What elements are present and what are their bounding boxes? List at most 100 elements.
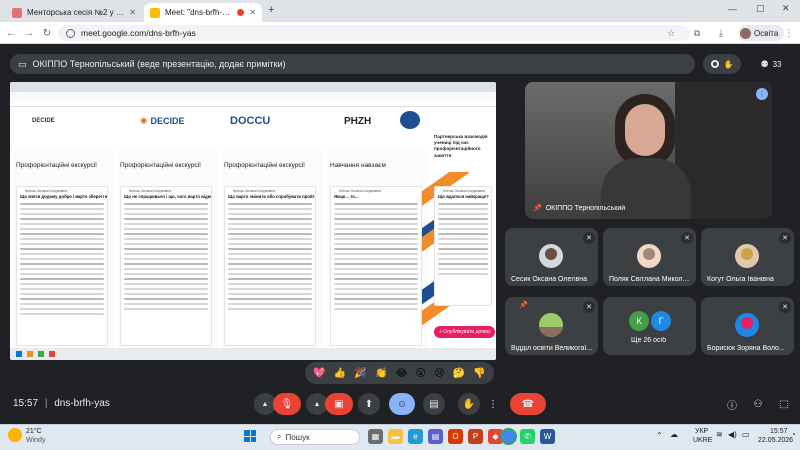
padlet-post[interactable]: Мітчак Оксана Богданівна Що вдалося найк… <box>434 186 492 306</box>
reaction-thumbs-down-button[interactable]: 👎 <box>473 368 485 379</box>
padlet-post[interactable]: Мітчак Оксана Богданівна Що не спрацювал… <box>120 186 212 346</box>
notification-icon[interactable]: ◔ <box>791 430 796 439</box>
tab-favicon-icon <box>12 7 22 18</box>
mic-off-icon: ✕ <box>779 301 791 313</box>
reaction-surprised-button[interactable]: 😮 <box>416 368 426 379</box>
maximize-icon[interactable]: ▢ <box>756 3 765 14</box>
mic-toggle-button[interactable]: 🎙 <box>273 393 301 415</box>
taskbar-search[interactable]: ⌕ Пошук <box>270 429 360 445</box>
edge-icon[interactable]: e <box>408 429 423 444</box>
back-arrow-icon[interactable]: ← <box>4 26 18 40</box>
mic-off-icon: 🎙 <box>280 398 294 410</box>
recording-dot-icon <box>237 9 245 16</box>
present-screen-icon: ⬆ <box>364 398 374 410</box>
word-icon[interactable]: W <box>540 429 555 444</box>
browser-tab-meet[interactable]: Meet: "dns-brfh-yas" ✕ <box>144 3 262 22</box>
volume-icon[interactable]: ◀) <box>728 430 737 439</box>
participant-tile[interactable]: ✕ Поляк Світлана Миколаївна <box>603 228 696 286</box>
download-icon[interactable]: ⤓ <box>714 26 728 40</box>
store-icon[interactable]: ▤ <box>428 429 443 444</box>
avatar: К <box>629 311 649 331</box>
task-view-icon[interactable]: ▦ <box>368 429 383 444</box>
reaction-heart-button[interactable]: 💖 <box>313 368 325 379</box>
profile-button[interactable]: Освіта <box>738 25 785 41</box>
powerpoint-icon[interactable]: P <box>468 429 483 444</box>
mic-off-icon: ✕ <box>583 301 595 313</box>
tray-chevron-icon[interactable]: ⌃ <box>656 431 663 440</box>
extensions-icon[interactable]: ⧉ <box>690 26 704 40</box>
people-icon: ⚉ <box>760 58 769 69</box>
hand-icon: ✋ <box>462 398 476 410</box>
browser-tab-mentoring[interactable]: Менторська сесія №2 у межах ✕ <box>6 3 142 22</box>
browser-toolbar: ← → ↻ meet.google.com/dns-brfh-yas ☆ ⧉ ⤓… <box>0 22 800 44</box>
presenter-video-tile[interactable]: ⋮ 📌 ОКІППО Тернопільський <box>525 82 772 219</box>
reaction-clap-button[interactable]: 👏 <box>375 368 387 379</box>
banner-caption: Партнерська взаємодія учениці під час пр… <box>432 132 494 172</box>
reload-icon[interactable]: ↻ <box>40 26 54 40</box>
avatar <box>735 244 759 268</box>
leave-call-button[interactable]: ☎ <box>510 393 546 415</box>
reaction-party-button[interactable]: 🎉 <box>354 368 366 379</box>
reaction-thinking-button[interactable]: 🤔 <box>453 368 465 379</box>
close-icon[interactable]: ✕ <box>249 8 256 17</box>
weather-temp[interactable]: 21°C <box>26 428 42 435</box>
address-bar[interactable]: meet.google.com/dns-brfh-yas <box>58 25 690 41</box>
site-info-icon[interactable] <box>66 28 75 38</box>
chrome-icon[interactable] <box>500 428 517 445</box>
face <box>625 104 665 156</box>
menu-dots-icon[interactable]: ⋮ <box>782 26 796 40</box>
add-post-button[interactable]: + Опублікувати дописі <box>434 326 496 338</box>
participant-tile[interactable]: ✕ Когут Ольга Іванівна <box>701 228 794 286</box>
captions-button[interactable]: ▤ <box>423 393 445 415</box>
minimize-icon[interactable]: — <box>728 4 737 14</box>
raise-hand-button[interactable]: ✋ <box>458 393 480 415</box>
chat-people-icon[interactable]: ⚇ <box>750 396 766 412</box>
battery-icon[interactable]: ▭ <box>742 430 750 439</box>
camera-toggle-button[interactable]: ▣ <box>325 393 353 415</box>
meeting-info-icon[interactable]: ⓘ <box>724 396 740 412</box>
more-vert-icon: ⋮ <box>488 398 498 410</box>
participant-tile[interactable]: ✕ Сесик Оксана Олегівна <box>505 228 598 286</box>
participant-tile[interactable]: ✕ 📌 Відділ освіти Великогаї... <box>505 297 598 355</box>
participants-button[interactable]: ⚉ 33 <box>748 54 794 74</box>
reaction-sad-button[interactable]: 😢 <box>434 368 444 379</box>
padlet-post[interactable]: Мітчак Оксана Богданівна Якщо... то... <box>330 186 422 346</box>
whatsapp-icon[interactable]: ✆ <box>520 429 535 444</box>
recording-indicator[interactable]: ✋ <box>703 54 741 74</box>
language-indicator[interactable]: УКР <box>695 428 708 435</box>
padlet-post[interactable]: Мітчак Оксана Богданівна Що взяти додому… <box>16 186 108 346</box>
windows-start-icon[interactable] <box>244 430 256 442</box>
activities-icon[interactable]: ⬚ <box>776 396 792 412</box>
browser-tab-strip: Менторська сесія №2 у межах ✕ Meet: "dns… <box>0 0 800 22</box>
weather-icon[interactable] <box>8 428 22 442</box>
column-title: Профорієнтаційні екскурсії <box>120 162 201 169</box>
phzh-logo: PHZH <box>344 115 372 127</box>
participant-tile[interactable]: ✕ Борисюк Зоряна Воло... <box>701 297 794 355</box>
more-options-button[interactable]: ⋮ <box>486 393 500 415</box>
presenter-label: ОКІППО Тернопільський (веде презентацію,… <box>32 59 286 69</box>
shared-bookmarks <box>10 100 496 107</box>
emoji-icon: ☺ <box>396 398 408 410</box>
office-icon[interactable]: O <box>448 429 463 444</box>
onedrive-icon[interactable]: ☁ <box>670 430 678 439</box>
clock-date: 22.05.2026 <box>758 437 794 444</box>
file-explorer-icon[interactable]: ▬ <box>388 429 403 444</box>
ministry-emblem-icon <box>400 111 420 129</box>
padlet-post[interactable]: Мітчак Оксана Богданівна Що варто змінит… <box>224 186 316 346</box>
speaking-indicator-icon: ⋮ <box>756 88 768 100</box>
bookmark-star-icon[interactable]: ☆ <box>664 26 678 40</box>
new-tab-button[interactable]: + <box>268 4 274 16</box>
present-button[interactable]: ⬆ <box>358 393 380 415</box>
window-close-icon[interactable]: ✕ <box>782 3 790 14</box>
close-icon[interactable]: ✕ <box>129 8 136 17</box>
forward-arrow-icon[interactable]: → <box>22 26 36 40</box>
more-participants-tile[interactable]: К Г Ще 26 осіб <box>603 297 696 355</box>
wifi-icon[interactable]: ≋ <box>716 430 723 439</box>
clock-time[interactable]: 15:57 <box>770 428 788 435</box>
avatar: Г <box>651 311 671 331</box>
reaction-thumbs-up-button[interactable]: 👍 <box>334 368 346 379</box>
reaction-laugh-button[interactable]: 😂 <box>396 368 408 379</box>
column-title: Навчання навзаєм <box>330 162 386 169</box>
avatar <box>539 313 563 337</box>
reactions-button[interactable]: ☺ <box>389 393 415 415</box>
